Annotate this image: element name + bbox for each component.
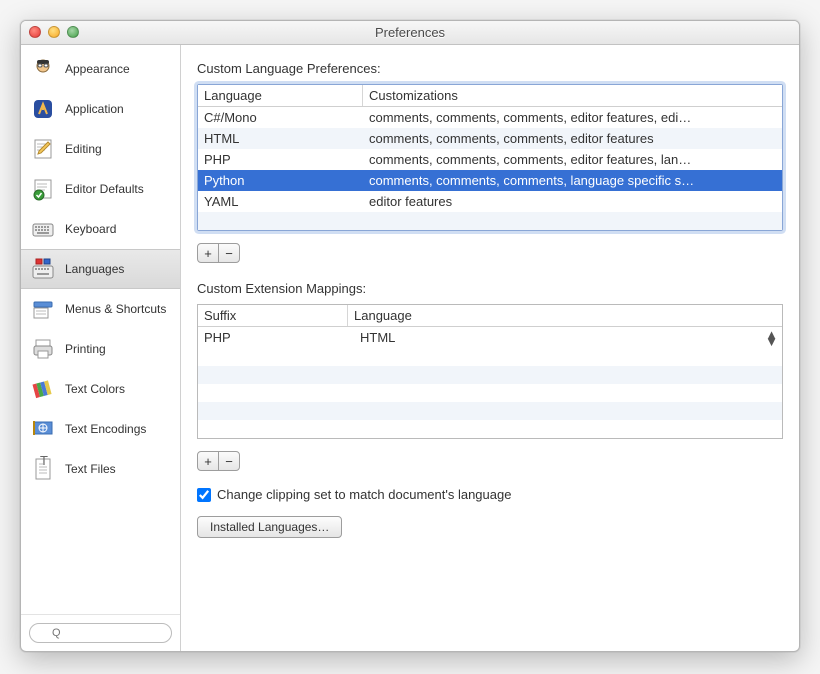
sidebar-item-text-files[interactable]: T Text Files: [21, 449, 180, 489]
sidebar-item-label: Printing: [65, 342, 106, 356]
add-mapping-button[interactable]: +: [197, 451, 219, 471]
col-header-language[interactable]: Language: [198, 85, 363, 106]
cell-language: PHP: [198, 149, 363, 170]
titlebar: Preferences: [21, 21, 799, 45]
sidebar-item-label: Menus & Shortcuts: [65, 302, 166, 316]
encodings-icon: [29, 415, 57, 443]
table-row[interactable]: HTMLcomments, comments, comments, editor…: [198, 128, 782, 149]
table-row[interactable]: PHPcomments, comments, comments, editor …: [198, 149, 782, 170]
sidebar-item-appearance[interactable]: Appearance: [21, 49, 180, 89]
search-input[interactable]: [29, 623, 172, 643]
sidebar-item-label: Keyboard: [65, 222, 116, 236]
sidebar-item-editor-defaults[interactable]: Editor Defaults: [21, 169, 180, 209]
remove-mapping-button[interactable]: −: [218, 451, 240, 471]
cell-customizations: editor features: [363, 191, 782, 212]
keyboard-icon: [29, 215, 57, 243]
sidebar-item-label: Text Files: [65, 462, 116, 476]
remove-language-button[interactable]: −: [218, 243, 240, 263]
sidebar-item-languages[interactable]: Languages: [21, 249, 180, 289]
sidebar-item-label: Application: [65, 102, 124, 116]
table-row[interactable]: PHPHTML▲▼: [198, 327, 782, 348]
defaults-icon: [29, 175, 57, 203]
cell-language: HTML: [198, 128, 363, 149]
dropdown-icon: ▲▼: [765, 331, 778, 345]
sidebar-item-label: Editing: [65, 142, 102, 156]
sidebar-item-keyboard[interactable]: Keyboard: [21, 209, 180, 249]
sidebar-item-text-colors[interactable]: Text Colors: [21, 369, 180, 409]
cell-customizations: comments, comments, comments, editor fea…: [363, 128, 782, 149]
installed-languages-button[interactable]: Installed Languages…: [197, 516, 342, 538]
section-extension-mappings-title: Custom Extension Mappings:: [197, 281, 783, 296]
colors-icon: [29, 375, 57, 403]
menus-icon: [29, 295, 57, 323]
sidebar-item-text-encodings[interactable]: Text Encodings: [21, 409, 180, 449]
window-title: Preferences: [375, 25, 445, 40]
clipping-checkbox-label: Change clipping set to match document's …: [217, 487, 511, 502]
cell-language: C#/Mono: [198, 107, 363, 128]
col-header-suffix[interactable]: Suffix: [198, 305, 348, 326]
table-row[interactable]: C#/Monocomments, comments, comments, edi…: [198, 107, 782, 128]
languages-icon: [29, 255, 57, 283]
table-row[interactable]: YAMLeditor features: [198, 191, 782, 212]
extension-mappings-table[interactable]: Suffix Language PHPHTML▲▼: [197, 304, 783, 439]
language-prefs-table[interactable]: Language Customizations C#/Monocomments,…: [197, 84, 783, 231]
sidebar-item-label: Languages: [65, 262, 124, 276]
sidebar-item-printing[interactable]: Printing: [21, 329, 180, 369]
cell-customizations: comments, comments, comments, editor fea…: [363, 107, 782, 128]
cell-language-select[interactable]: HTML▲▼: [348, 327, 782, 348]
sidebar: Appearance Application Editing Editor Defau…: [21, 45, 181, 651]
search-box: 🔍: [29, 623, 172, 643]
app-icon: [29, 95, 57, 123]
clipping-checkbox-row[interactable]: Change clipping set to match document's …: [197, 487, 783, 502]
content-pane: Custom Language Preferences: Language Cu…: [181, 45, 799, 651]
col-header-language-map[interactable]: Language: [348, 305, 782, 326]
table-row[interactable]: Pythoncomments, comments, comments, lang…: [198, 170, 782, 191]
cell-language: YAML: [198, 191, 363, 212]
appearance-icon: [29, 55, 57, 83]
printing-icon: [29, 335, 57, 363]
files-icon: T: [29, 455, 57, 483]
sidebar-item-menus-shortcuts[interactable]: Menus & Shortcuts: [21, 289, 180, 329]
sidebar-item-editing[interactable]: Editing: [21, 129, 180, 169]
close-button[interactable]: [29, 26, 41, 38]
sidebar-item-label: Text Colors: [65, 382, 125, 396]
section-custom-language-title: Custom Language Preferences:: [197, 61, 783, 76]
sidebar-item-label: Appearance: [65, 62, 130, 76]
zoom-button[interactable]: [67, 26, 79, 38]
cell-customizations: comments, comments, comments, language s…: [363, 170, 782, 191]
cell-language: Python: [198, 170, 363, 191]
clipping-checkbox[interactable]: [197, 488, 211, 502]
add-language-button[interactable]: +: [197, 243, 219, 263]
preferences-window: Preferences Appearance Application Editing…: [20, 20, 800, 652]
svg-text:T: T: [40, 456, 48, 468]
cell-customizations: comments, comments, comments, editor fea…: [363, 149, 782, 170]
cell-suffix: PHP: [198, 327, 348, 348]
sidebar-item-label: Text Encodings: [65, 422, 146, 436]
editing-icon: [29, 135, 57, 163]
sidebar-item-label: Editor Defaults: [65, 182, 144, 196]
sidebar-item-application[interactable]: Application: [21, 89, 180, 129]
col-header-customizations[interactable]: Customizations: [363, 85, 782, 106]
minimize-button[interactable]: [48, 26, 60, 38]
